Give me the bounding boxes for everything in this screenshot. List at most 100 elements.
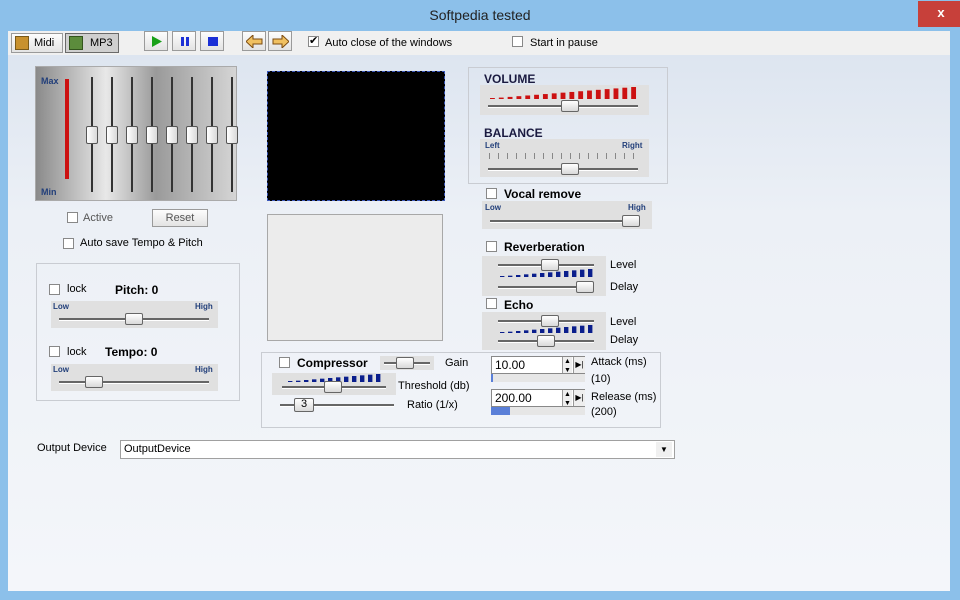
ramp-bar — [304, 380, 309, 382]
pitch-title: Pitch: 0 — [115, 283, 159, 297]
ramp-bar — [569, 91, 575, 99]
output-device-select[interactable]: OutputDevice ▼ — [120, 440, 675, 459]
tempo-slider[interactable]: Low High — [51, 364, 218, 391]
vocal-remove-checkbox[interactable] — [486, 188, 497, 199]
threshold-slider[interactable] — [272, 373, 396, 395]
auto-save-checkbox[interactable] — [63, 238, 74, 249]
tempo-low-label: Low — [53, 365, 69, 374]
attack-end-icon[interactable]: ▶| — [573, 357, 585, 373]
release-field[interactable]: 200.00 ▲ ▼ ▶| — [491, 389, 585, 407]
vocal-track — [490, 220, 640, 223]
pitch-lock-checkbox[interactable] — [49, 284, 60, 295]
eq-active-checkbox[interactable] — [67, 212, 78, 223]
echo-checkbox[interactable] — [486, 298, 497, 309]
ramp-bar — [556, 271, 561, 277]
gain-label: Gain — [445, 357, 469, 369]
eq-band-thumb[interactable] — [166, 125, 178, 144]
vocal-thumb[interactable] — [622, 215, 640, 227]
pitch-thumb[interactable] — [125, 313, 143, 325]
ramp-bar — [613, 88, 619, 99]
spectrum-display — [267, 214, 443, 341]
start-pause-checkbox[interactable] — [512, 36, 523, 47]
attack-spinner[interactable]: ▲ ▼ — [562, 357, 572, 374]
threshold-thumb[interactable] — [324, 381, 342, 393]
ramp-bar — [376, 374, 381, 382]
eq-active-label: Active — [83, 212, 113, 224]
balance-thumb[interactable] — [560, 163, 579, 175]
ramp-bar — [498, 97, 504, 99]
ramp-bar — [508, 331, 513, 333]
eq-reset-button[interactable]: Reset — [152, 209, 208, 227]
eq-min-label: Min — [41, 187, 57, 197]
attack-label: Attack (ms) — [591, 356, 647, 368]
pitch-lock-label: lock — [67, 283, 87, 295]
chevron-down-icon[interactable]: ▼ — [656, 442, 672, 457]
auto-close-checkbox[interactable] — [308, 34, 319, 47]
attack-progress-fill — [491, 374, 493, 382]
eq-band-thumb[interactable] — [226, 125, 238, 144]
attack-progress — [491, 374, 585, 382]
mp3-button[interactable]: MP3 — [65, 33, 119, 53]
echo-delay-thumb[interactable] — [537, 335, 555, 347]
eq-band-thumb[interactable] — [86, 125, 98, 144]
ramp-bar — [368, 374, 373, 382]
ramp-bar — [508, 275, 513, 277]
ramp-bar — [516, 331, 521, 333]
pause-icon — [181, 37, 189, 46]
pitch-tempo-panel: lock Pitch: 0 Low High lock Tempo: 0 Low… — [36, 263, 240, 401]
gain-slider[interactable] — [380, 356, 434, 370]
vocal-low-label: Low — [485, 203, 501, 212]
ramp-bar — [490, 98, 495, 99]
midi-button[interactable]: Midi — [11, 33, 63, 53]
balance-slider[interactable]: Left Right — [480, 139, 649, 177]
reverberation-label: Reverberation — [504, 240, 585, 254]
ramp-bar — [524, 274, 529, 277]
ramp-bar — [556, 327, 561, 333]
compressor-checkbox[interactable] — [279, 357, 290, 368]
eq-band-thumb[interactable] — [146, 125, 158, 144]
volume-slider[interactable] — [480, 85, 649, 115]
play-button[interactable] — [144, 31, 168, 51]
volume-balance-panel: VOLUME BALANCE Left Right — [468, 67, 668, 184]
tempo-lock-checkbox[interactable] — [49, 346, 60, 357]
vocal-remove-slider[interactable]: Low High — [482, 201, 652, 229]
reverb-delay-thumb[interactable] — [576, 281, 594, 293]
ramp-bar — [572, 326, 577, 333]
release-end-icon[interactable]: ▶| — [573, 390, 585, 406]
eq-band-thumb[interactable] — [106, 125, 118, 144]
tempo-title: Tempo: 0 — [105, 345, 158, 359]
ramp-bar — [352, 376, 357, 382]
ramp-bar — [534, 94, 539, 99]
volume-thumb[interactable] — [560, 100, 579, 112]
pause-button[interactable] — [172, 31, 196, 51]
ramp-bar — [564, 327, 569, 333]
ratio-thumb[interactable]: 3 — [294, 398, 314, 412]
attack-default: (10) — [591, 373, 611, 385]
reverberation-checkbox[interactable] — [486, 241, 497, 252]
ratio-slider[interactable]: 3 — [276, 397, 396, 413]
next-button[interactable] — [268, 31, 292, 51]
ramp-bar — [296, 380, 301, 382]
pitch-slider[interactable]: Low High — [51, 301, 218, 328]
ramp-bar — [564, 271, 569, 277]
ramp-bar — [507, 96, 513, 99]
ramp-bar — [540, 329, 545, 333]
attack-field[interactable]: 10.00 ▲ ▼ ▶| — [491, 356, 585, 374]
ramp-bar — [580, 325, 585, 333]
gain-thumb[interactable] — [396, 357, 414, 369]
auto-save-label: Auto save Tempo & Pitch — [80, 237, 203, 249]
output-device-label: Output Device — [37, 442, 107, 454]
midi-icon — [15, 36, 29, 50]
previous-button[interactable] — [242, 31, 266, 51]
close-button[interactable]: x — [918, 1, 960, 27]
tempo-high-label: High — [195, 365, 213, 374]
release-spinner[interactable]: ▲ ▼ — [562, 390, 572, 407]
ramp-bar — [525, 95, 531, 99]
eq-band-thumb[interactable] — [206, 125, 218, 144]
start-pause-label: Start in pause — [530, 37, 598, 49]
stop-button[interactable] — [200, 31, 224, 51]
eq-band-thumb[interactable] — [126, 125, 138, 144]
tempo-thumb[interactable] — [85, 376, 104, 388]
ramp-bar — [540, 273, 545, 277]
eq-band-thumb[interactable] — [186, 125, 198, 144]
